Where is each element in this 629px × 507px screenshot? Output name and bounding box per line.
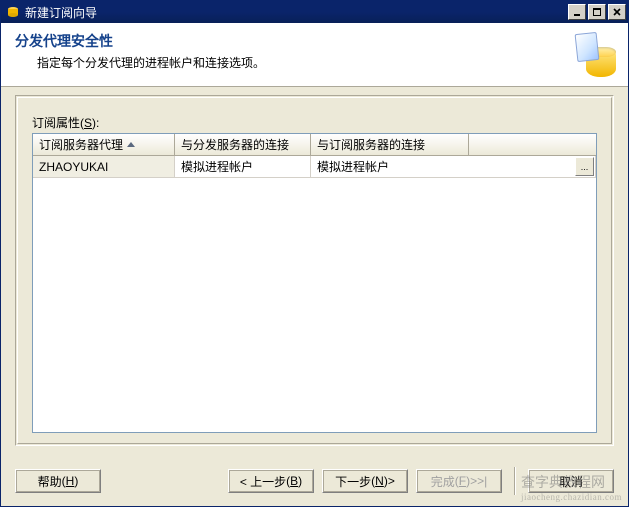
next-suffix: > xyxy=(388,474,395,488)
close-button[interactable] xyxy=(608,4,626,20)
cell-agent[interactable]: ZHAOYUKAI xyxy=(33,156,175,178)
finish-suffix: >>| xyxy=(470,474,487,488)
grid-header-row: 订阅服务器代理 与分发服务器的连接 与订阅服务器的连接 xyxy=(33,134,596,156)
grid-label-prefix: 订阅属性( xyxy=(32,116,84,130)
grid-label-suffix: ): xyxy=(92,116,99,130)
cell-distributor[interactable]: 模拟进程帐户 xyxy=(175,156,311,178)
help-button-label: 帮助 xyxy=(38,473,62,490)
next-button[interactable]: 下一步(N) > xyxy=(322,469,408,493)
grid-label: 订阅属性(S): xyxy=(32,114,597,131)
next-button-label: 下一步 xyxy=(335,473,371,490)
cancel-button[interactable]: 取消 xyxy=(528,469,614,493)
next-hotkey: N xyxy=(375,474,384,488)
maximize-button[interactable] xyxy=(588,4,606,20)
column-header-agent-label: 订阅服务器代理 xyxy=(39,136,123,153)
cell-subscriber-text: 模拟进程帐户 xyxy=(317,158,389,175)
help-button[interactable]: 帮助(H) xyxy=(15,469,101,493)
column-header-subscriber-label: 与订阅服务器的连接 xyxy=(317,136,425,153)
wizard-footer: 帮助(H) < 上一步(B) 下一步(N) > 完成(F) >>| 取消 xyxy=(1,456,628,506)
content-area: 订阅属性(S): 订阅服务器代理 与分发服务器的连接 与订阅服务器的连接 xyxy=(1,87,628,456)
column-header-distributor-label: 与分发服务器的连接 xyxy=(181,136,289,153)
footer-separator xyxy=(514,467,516,495)
column-header-spacer xyxy=(469,134,596,156)
page-subtitle: 指定每个分发代理的进程帐户和连接选项。 xyxy=(37,54,570,71)
finish-button-label: 完成 xyxy=(431,473,455,490)
back-hotkey: B xyxy=(290,474,298,488)
column-header-subscriber[interactable]: 与订阅服务器的连接 xyxy=(311,134,469,156)
table-row[interactable]: ZHAOYUKAI 模拟进程帐户 模拟进程帐户 ... xyxy=(33,156,596,178)
finish-hotkey: F xyxy=(459,474,466,488)
back-button[interactable]: < 上一步(B) xyxy=(228,469,314,493)
wizard-icon xyxy=(570,31,616,77)
browse-button[interactable]: ... xyxy=(575,157,594,176)
window-title: 新建订阅向导 xyxy=(25,4,568,21)
sort-asc-icon xyxy=(127,142,135,147)
wizard-window: 新建订阅向导 分发代理安全性 指定每个分发代理的进程帐户和连接选项。 xyxy=(0,0,629,507)
page-title: 分发代理安全性 xyxy=(15,31,570,51)
back-button-label: < 上一步 xyxy=(240,473,286,490)
minimize-button[interactable] xyxy=(568,4,586,20)
column-header-distributor[interactable]: 与分发服务器的连接 xyxy=(175,134,311,156)
window-controls xyxy=(568,4,626,20)
cancel-button-label: 取消 xyxy=(559,473,583,490)
subscription-properties-grid[interactable]: 订阅服务器代理 与分发服务器的连接 与订阅服务器的连接 ZHAOYUKAI 模拟… xyxy=(32,133,597,433)
finish-button[interactable]: 完成(F) >>| xyxy=(416,469,502,493)
cell-subscriber[interactable]: 模拟进程帐户 ... xyxy=(311,156,596,178)
help-hotkey: H xyxy=(66,474,75,488)
column-header-agent[interactable]: 订阅服务器代理 xyxy=(33,134,175,156)
wizard-header: 分发代理安全性 指定每个分发代理的进程帐户和连接选项。 xyxy=(1,23,628,87)
titlebar: 新建订阅向导 xyxy=(1,1,628,23)
grid-label-hotkey: S xyxy=(84,116,92,130)
app-icon xyxy=(5,4,21,20)
